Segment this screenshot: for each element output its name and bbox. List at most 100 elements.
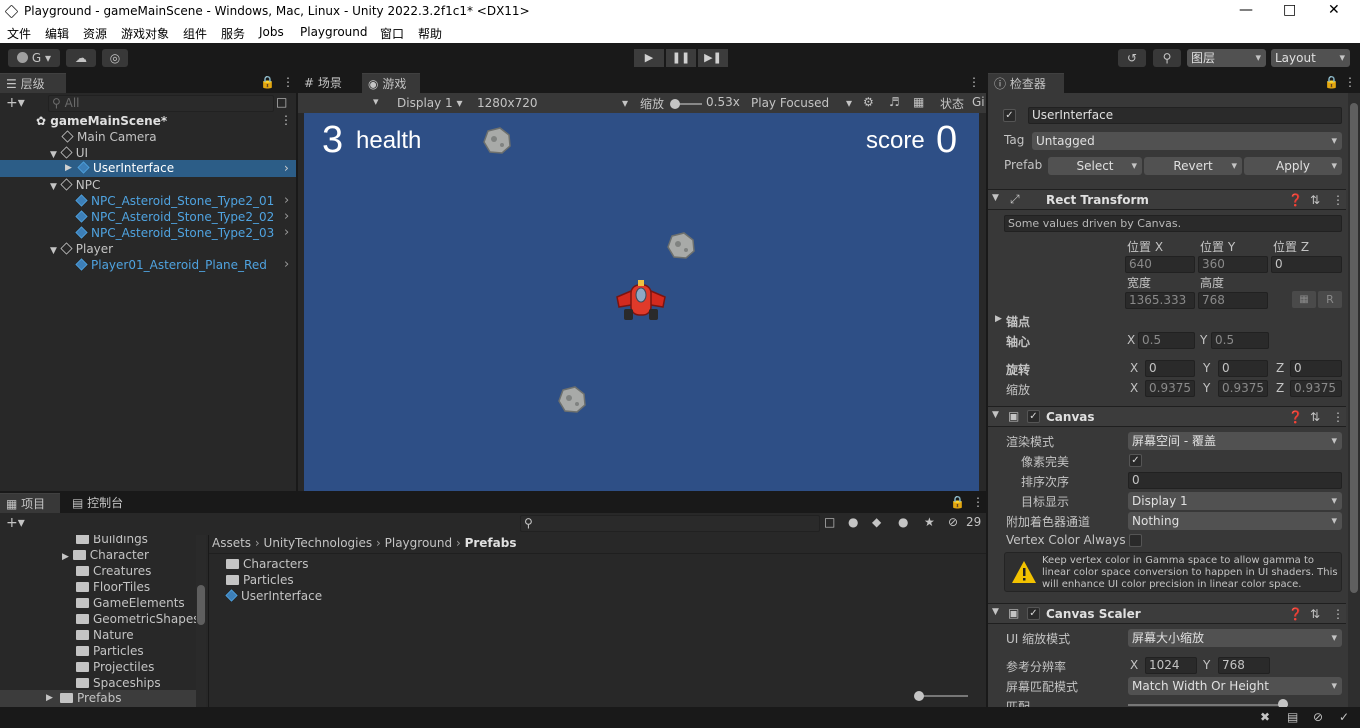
scale-y-field[interactable]: 0.9375	[1218, 380, 1268, 397]
pivot-x-field[interactable]: 0.5	[1138, 332, 1195, 349]
prefab-open-arrow-icon[interactable]: ›	[284, 160, 289, 176]
warning-filter-icon[interactable]: ●	[898, 515, 908, 529]
project-search-input[interactable]: ⚲	[520, 515, 820, 532]
search-by-type-icon[interactable]: ●	[848, 515, 858, 529]
height-field[interactable]: 768	[1198, 292, 1268, 309]
tab-console[interactable]: ▤ 控制台	[66, 493, 136, 513]
search-by-label-icon[interactable]: ◆	[872, 515, 881, 529]
resolution-dropdown[interactable]: 1280x720 ▾	[472, 94, 632, 112]
audio-icon[interactable]: ♬	[889, 95, 900, 109]
cloud-button[interactable]: ☁	[66, 49, 96, 67]
layers-dropdown[interactable]: 图层	[1187, 49, 1266, 67]
expand-arrow-icon[interactable]: ▼	[50, 182, 57, 192]
display-dropdown[interactable]: Display 1 ▾	[392, 94, 470, 112]
breadcrumb-item-current[interactable]: Prefabs	[465, 536, 517, 550]
game-mode-dropdown-icon[interactable]: ▾	[373, 95, 379, 108]
rot-z-field[interactable]: 0	[1290, 360, 1342, 377]
asset-item[interactable]: UserInterface	[225, 588, 322, 604]
help-icon[interactable]: ❓	[1288, 193, 1303, 207]
game-viewport[interactable]: 3 health score 0	[304, 113, 979, 491]
folder-item[interactable]: Particles	[76, 643, 144, 659]
search-filter-icon[interactable]: □	[276, 95, 287, 109]
asset-item[interactable]: Characters	[226, 556, 309, 572]
progress-icon[interactable]: ▤	[1287, 710, 1298, 724]
ref-x-field[interactable]: 1024	[1145, 657, 1197, 674]
pixel-perfect-checkbox[interactable]: ✓	[1129, 454, 1142, 467]
prefab-open-arrow-icon[interactable]: ›	[284, 225, 289, 240]
preset-icon[interactable]: ⇅	[1310, 410, 1320, 424]
hierarchy-item-npc-03[interactable]: NPC_Asteroid_Stone_Type2_03	[75, 225, 274, 241]
menu-component[interactable]: 组件	[183, 25, 207, 42]
hierarchy-item-ui[interactable]: ▼ UI	[50, 145, 88, 161]
play-button[interactable]: ▶	[634, 49, 664, 67]
search-window-icon[interactable]: □	[824, 515, 835, 529]
icon-size-slider[interactable]	[914, 691, 968, 701]
layout-dropdown[interactable]: Layout	[1271, 49, 1350, 67]
additional-channels-dropdown[interactable]: Nothing	[1128, 512, 1342, 530]
tab-scene[interactable]: # 场景	[298, 73, 360, 93]
match-mode-dropdown[interactable]: Match Width Or Height	[1128, 677, 1342, 695]
hierarchy-item-npc-02[interactable]: NPC_Asteroid_Stone_Type2_02	[75, 209, 274, 225]
pos-y-field[interactable]: 360	[1198, 256, 1268, 273]
component-menu-icon[interactable]: ⋮	[1332, 193, 1344, 207]
breadcrumb-item[interactable]: UnityTechnologies	[264, 536, 373, 550]
match-slider-thumb[interactable]	[1278, 699, 1288, 707]
target-display-dropdown[interactable]: Display 1	[1128, 492, 1342, 510]
ref-y-field[interactable]: 768	[1218, 657, 1270, 674]
maximize-icon[interactable]: □	[1283, 2, 1296, 18]
menu-services[interactable]: 服务	[221, 25, 245, 42]
help-icon[interactable]: ❓	[1288, 410, 1303, 424]
hierarchy-item-player[interactable]: ▼ Player	[50, 241, 113, 257]
folder-item[interactable]: ▶ Character	[62, 547, 149, 563]
sort-order-field[interactable]: 0	[1128, 472, 1342, 489]
scene-menu-icon[interactable]: ⋮	[280, 113, 292, 127]
prefab-open-arrow-icon[interactable]: ›	[284, 257, 289, 272]
scale-z-field[interactable]: 0.9375	[1290, 380, 1342, 397]
menu-edit[interactable]: 编辑	[45, 25, 69, 42]
ui-scale-mode-dropdown[interactable]: 屏幕大小缩放	[1128, 629, 1342, 647]
favorites-icon[interactable]: ★	[924, 515, 935, 529]
play-focus-dropdown[interactable]: Play Focused ▾	[746, 94, 856, 112]
breadcrumb-item[interactable]: Playground	[385, 536, 452, 550]
network-icon[interactable]: ⊘	[1313, 710, 1323, 724]
keyboard-icon[interactable]: ▦	[913, 95, 924, 109]
canvas-enabled-checkbox[interactable]: ✓	[1027, 410, 1040, 423]
more-icon[interactable]: ⋮	[968, 75, 980, 89]
menu-file[interactable]: 文件	[7, 25, 31, 42]
match-slider[interactable]	[1128, 699, 1288, 707]
bug-icon[interactable]: ⚙	[863, 95, 874, 109]
hierarchy-item-main-camera[interactable]: Main Camera	[61, 129, 157, 145]
scale-slider[interactable]	[670, 99, 702, 109]
more-icon[interactable]: ⋮	[972, 495, 984, 509]
prefab-open-arrow-icon[interactable]: ›	[284, 193, 289, 208]
scale-slider-thumb[interactable]	[670, 99, 680, 109]
tree-scrollbar-thumb[interactable]	[197, 585, 205, 625]
more-icon[interactable]: ⋮	[1344, 75, 1356, 89]
more-icon[interactable]: ⋮	[282, 75, 294, 89]
pivot-y-field[interactable]: 0.5	[1211, 332, 1269, 349]
raw-edit-button[interactable]: R	[1318, 291, 1342, 308]
step-button[interactable]: ▶❚	[698, 49, 728, 67]
folder-item[interactable]: Buildings	[76, 535, 148, 547]
gizmos-button[interactable]: Gi	[972, 95, 985, 109]
search-button[interactable]: ⚲	[1153, 49, 1181, 67]
tab-inspector[interactable]: ⓘ 检查器	[988, 73, 1064, 93]
folder-item-selected[interactable]: ▶ Prefabs	[0, 690, 196, 707]
active-checkbox[interactable]: ✓	[1003, 109, 1016, 122]
component-menu-icon[interactable]: ⋮	[1332, 410, 1344, 424]
hidden-packages-icon[interactable]: ⊘	[948, 515, 958, 529]
folder-item[interactable]: GeometricShapes	[76, 611, 200, 627]
width-field[interactable]: 1365.333	[1125, 292, 1195, 309]
add-object-button[interactable]: +▾	[6, 95, 25, 111]
canvas-scaler-enabled-checkbox[interactable]: ✓	[1027, 607, 1040, 620]
folder-item[interactable]: Spaceships	[76, 675, 161, 691]
rect-transform-header[interactable]: ▼ ⤢ Rect Transform ❓ ⇅ ⋮	[988, 189, 1346, 210]
menu-window[interactable]: 窗口	[380, 25, 404, 42]
prefab-revert-button[interactable]: Revert	[1144, 157, 1242, 175]
folder-item[interactable]: GameElements	[76, 595, 185, 611]
tree-scrollbar[interactable]	[196, 535, 206, 707]
scale-x-field[interactable]: 0.9375	[1145, 380, 1195, 397]
pos-z-field[interactable]: 0	[1271, 256, 1342, 273]
anchors-label[interactable]: 锚点	[1006, 313, 1030, 330]
inspector-scrollbar-thumb[interactable]	[1350, 103, 1358, 593]
